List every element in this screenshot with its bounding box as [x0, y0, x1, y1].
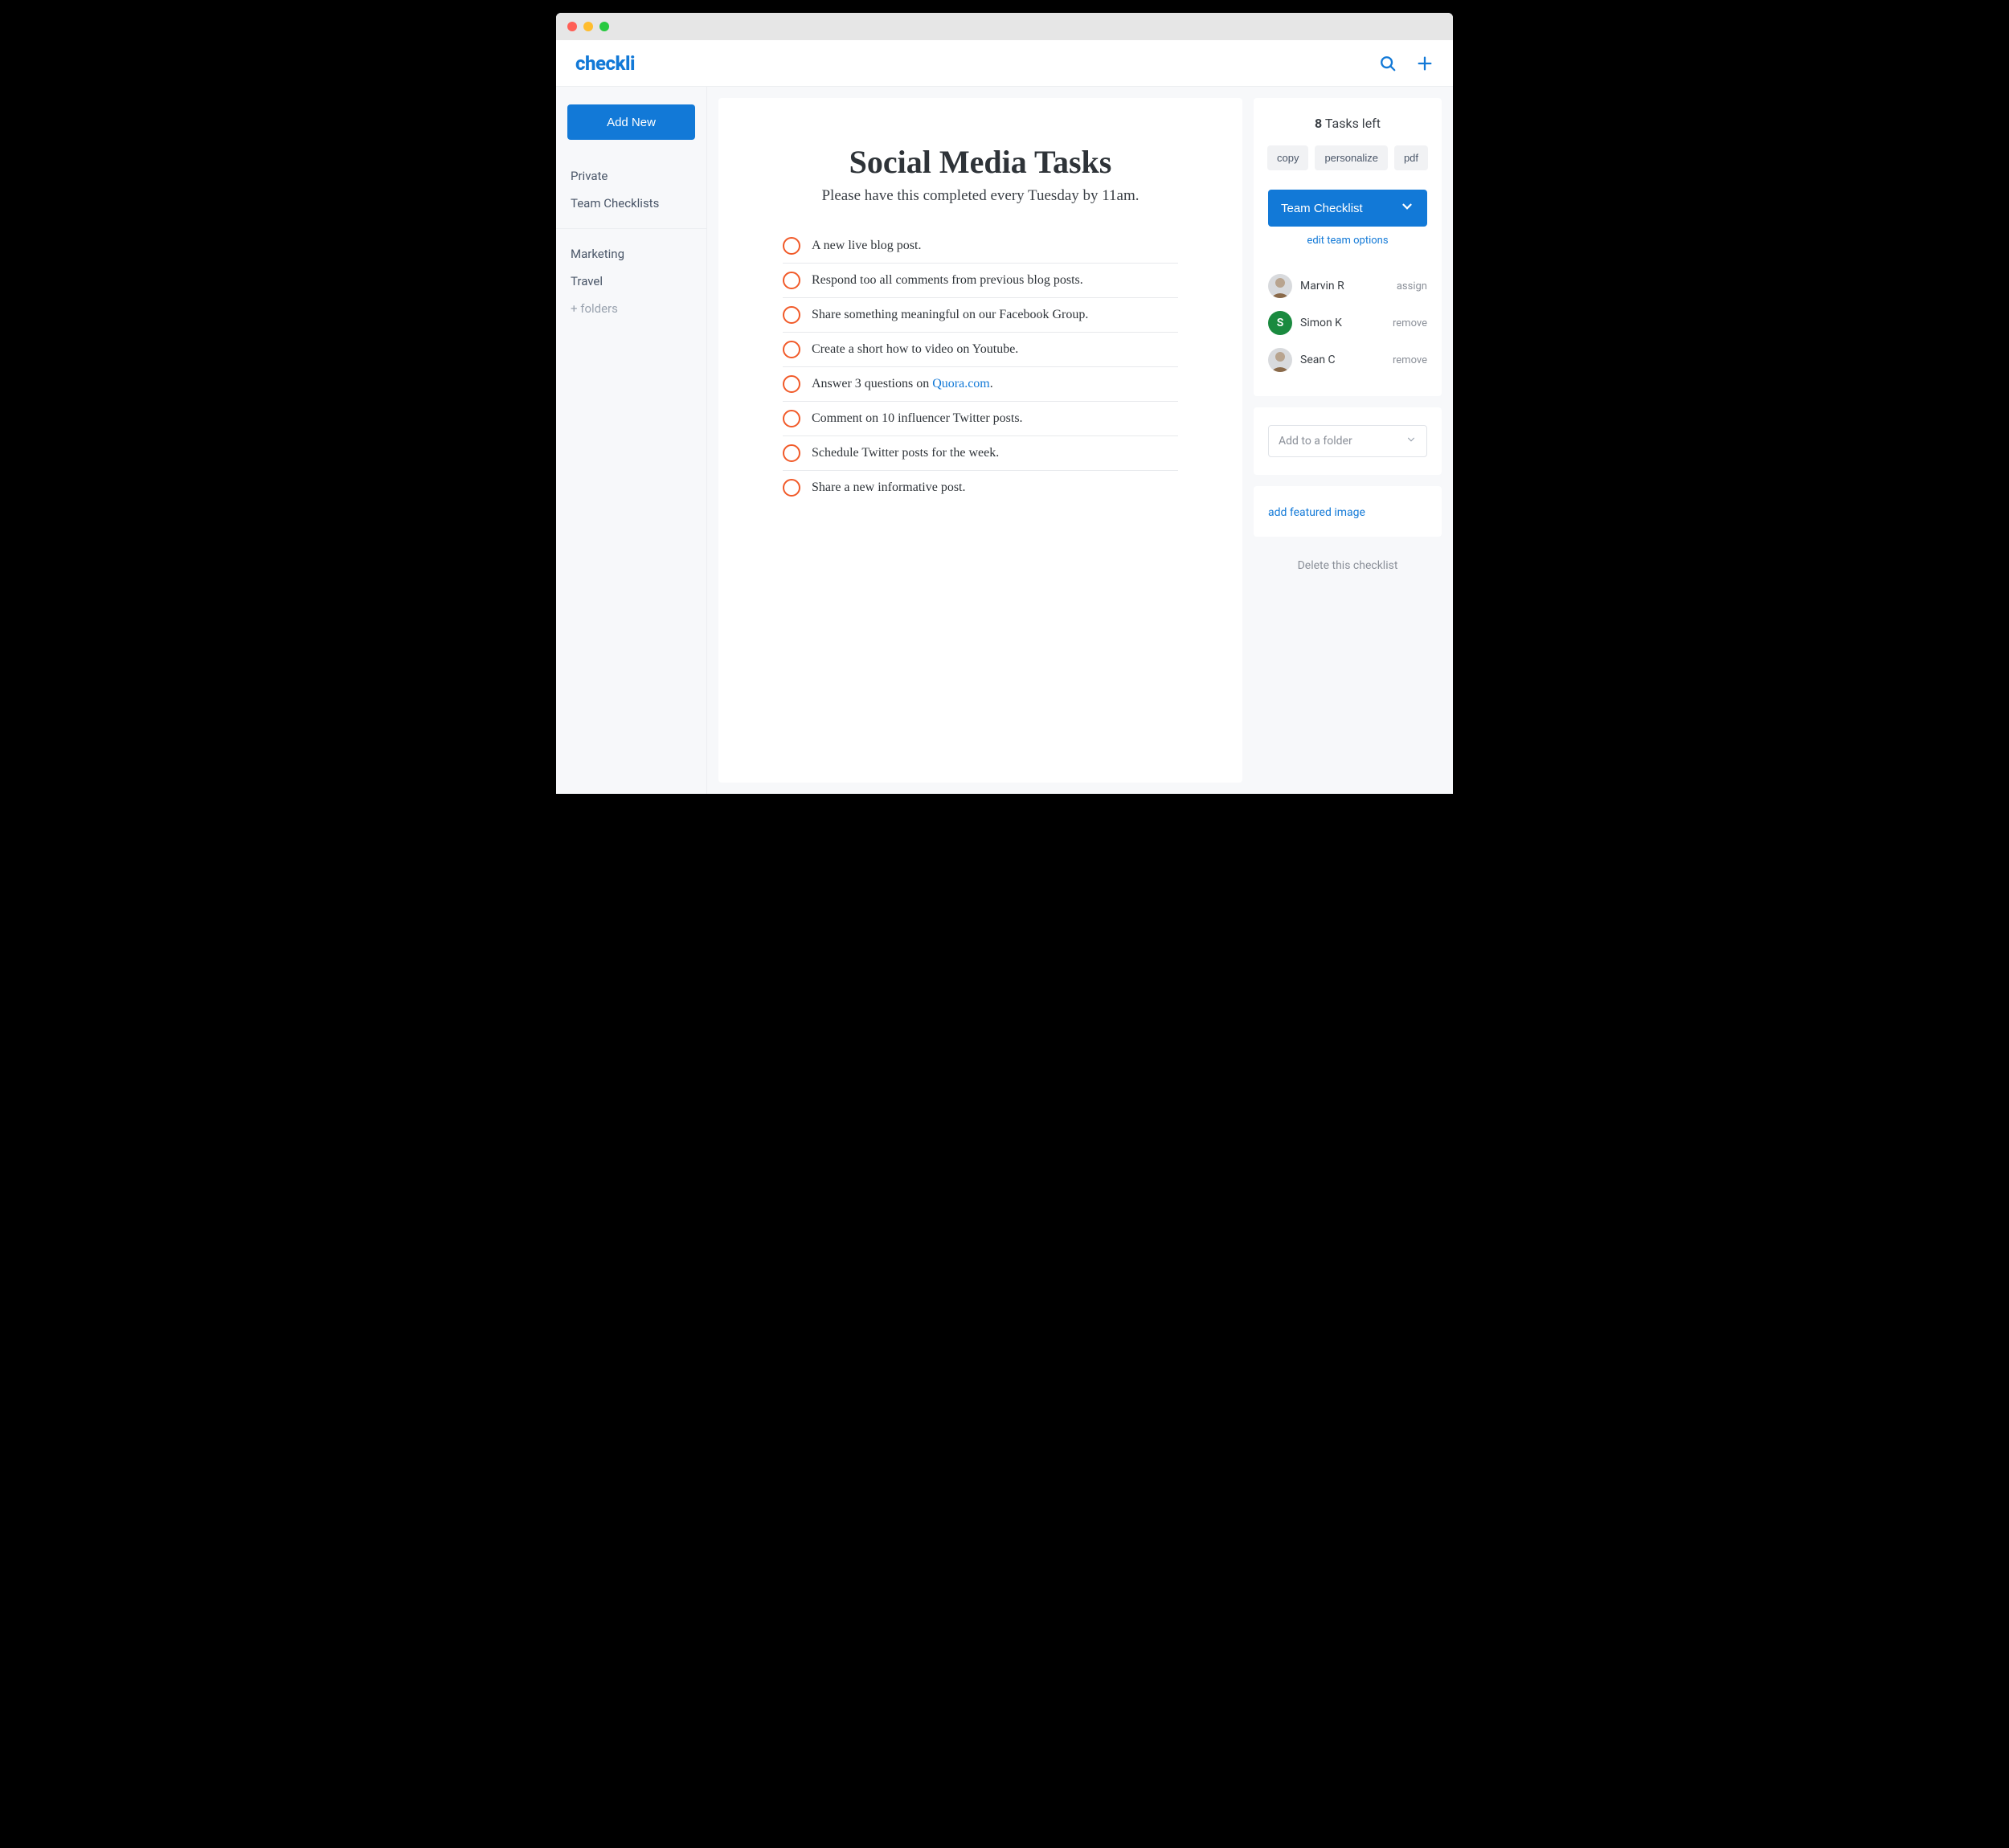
chevron-down-icon [1400, 199, 1414, 217]
avatar: S [1268, 311, 1292, 335]
sidebar-item-team-checklists[interactable]: Team Checklists [556, 190, 706, 217]
edit-team-options-link[interactable]: edit team options [1268, 235, 1427, 247]
task-item: Comment on 10 influencer Twitter posts. [783, 402, 1178, 436]
task-checkbox[interactable] [783, 306, 800, 324]
sidebar-add-folders[interactable]: + folders [556, 295, 706, 322]
delete-checklist-link[interactable]: Delete this checklist [1254, 548, 1442, 583]
folder-placeholder: Add to a folder [1279, 435, 1352, 448]
sidebar-item-travel[interactable]: Travel [556, 268, 706, 295]
task-item: Schedule Twitter posts for the week. [783, 436, 1178, 471]
task-checkbox[interactable] [783, 444, 800, 462]
personalize-button[interactable]: personalize [1315, 145, 1388, 170]
avatar [1268, 274, 1292, 298]
sidebar: Add New Private Team Checklists Marketin… [556, 87, 707, 794]
window-titlebar [556, 13, 1453, 40]
task-item: Create a short how to video on Youtube. [783, 333, 1178, 367]
task-text: Respond too all comments from previous b… [812, 273, 1083, 288]
task-item: Answer 3 questions on Quora.com. [783, 367, 1178, 402]
member-action-assign[interactable]: assign [1397, 280, 1427, 292]
app-header: checkli [556, 40, 1453, 87]
member-name: Sean C [1300, 354, 1336, 366]
task-link[interactable]: Quora.com [932, 377, 990, 390]
task-item: A new live blog post. [783, 229, 1178, 264]
avatar [1268, 348, 1292, 372]
search-icon[interactable] [1379, 55, 1397, 72]
checklist-subtitle: Please have this completed every Tuesday… [783, 187, 1178, 205]
checklist-panel: Social Media Tasks Please have this comp… [718, 98, 1242, 783]
member-name: Simon K [1300, 317, 1342, 329]
chevron-down-icon [1405, 434, 1417, 448]
add-featured-image-link[interactable]: add featured image [1268, 506, 1365, 519]
task-item: Respond too all comments from previous b… [783, 264, 1178, 298]
task-item: Share something meaningful on our Facebo… [783, 298, 1178, 333]
tasks-left-label: 8 Tasks left [1268, 116, 1427, 131]
pdf-button[interactable]: pdf [1394, 145, 1428, 170]
sidebar-item-marketing[interactable]: Marketing [556, 240, 706, 268]
task-text: Share a new informative post. [812, 480, 966, 495]
folder-card: Add to a folder [1254, 407, 1442, 475]
task-text: Schedule Twitter posts for the week. [812, 446, 999, 460]
add-icon[interactable] [1416, 55, 1434, 72]
member-row: Marvin R assign [1268, 268, 1427, 305]
task-checkbox[interactable] [783, 237, 800, 255]
member-row: S Simon K remove [1268, 305, 1427, 341]
task-checkbox[interactable] [783, 272, 800, 289]
task-checkbox[interactable] [783, 341, 800, 358]
add-to-folder-select[interactable]: Add to a folder [1268, 425, 1427, 457]
task-text: Create a short how to video on Youtube. [812, 342, 1018, 357]
checklist-meta-card: 8 Tasks left copy personalize pdf Team C… [1254, 98, 1442, 396]
member-action-remove[interactable]: remove [1393, 317, 1427, 329]
task-text: Comment on 10 influencer Twitter posts. [812, 411, 1023, 426]
minimize-window-icon[interactable] [583, 22, 593, 31]
member-row: Sean C remove [1268, 341, 1427, 378]
task-checkbox[interactable] [783, 410, 800, 427]
app-logo[interactable]: checkli [575, 52, 635, 75]
member-action-remove[interactable]: remove [1393, 354, 1427, 366]
team-checklist-dropdown[interactable]: Team Checklist [1268, 190, 1427, 227]
sidebar-item-private[interactable]: Private [556, 162, 706, 190]
add-new-button[interactable]: Add New [567, 104, 695, 140]
task-text: Answer 3 questions on Quora.com. [812, 377, 993, 391]
copy-button[interactable]: copy [1267, 145, 1308, 170]
maximize-window-icon[interactable] [599, 22, 609, 31]
checklist-title: Social Media Tasks [783, 143, 1178, 181]
task-list: A new live blog post. Respond too all com… [783, 229, 1178, 505]
task-checkbox[interactable] [783, 479, 800, 497]
task-text: A new live blog post. [812, 239, 921, 253]
featured-image-card: add featured image [1254, 486, 1442, 537]
app-window: checkli Add New Private T [556, 13, 1453, 794]
task-item: Share a new informative post. [783, 471, 1178, 505]
member-name: Marvin R [1300, 280, 1344, 292]
task-checkbox[interactable] [783, 375, 800, 393]
close-window-icon[interactable] [567, 22, 577, 31]
task-text: Share something meaningful on our Facebo… [812, 308, 1088, 322]
dropdown-label: Team Checklist [1281, 202, 1363, 215]
